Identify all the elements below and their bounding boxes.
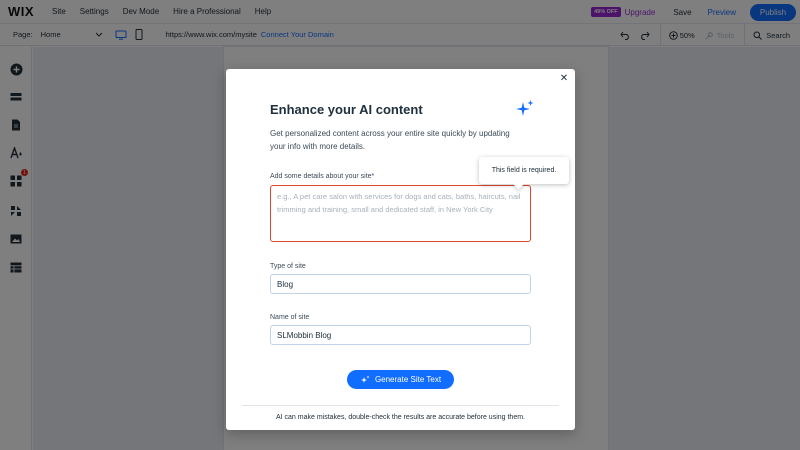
- site-details-textarea[interactable]: [270, 185, 531, 242]
- sparkle-icon: [360, 375, 370, 383]
- generate-button-label: Generate Site Text: [374, 375, 442, 384]
- name-of-site-label: Name of site: [270, 314, 310, 321]
- dialog-divider: [242, 405, 559, 406]
- name-of-site-input[interactable]: [270, 325, 531, 345]
- ai-sparkle-icon: [516, 100, 534, 116]
- generate-site-text-button[interactable]: Generate Site Text: [347, 370, 454, 389]
- dialog-description: Get personalized content across your ent…: [270, 129, 510, 151]
- close-icon[interactable]: ✕: [559, 74, 569, 84]
- dialog-title: Enhance your AI content: [270, 102, 423, 117]
- enhance-ai-dialog: ✕ Enhance your AI content Get personaliz…: [226, 69, 575, 430]
- type-of-site-input[interactable]: [270, 274, 531, 294]
- details-label: Add some details about your site*: [270, 173, 375, 180]
- ai-disclaimer: AI can make mistakes, double-check the r…: [275, 414, 525, 421]
- required-field-tooltip: This field is required.: [479, 157, 569, 184]
- type-of-site-label: Type of site: [270, 263, 306, 270]
